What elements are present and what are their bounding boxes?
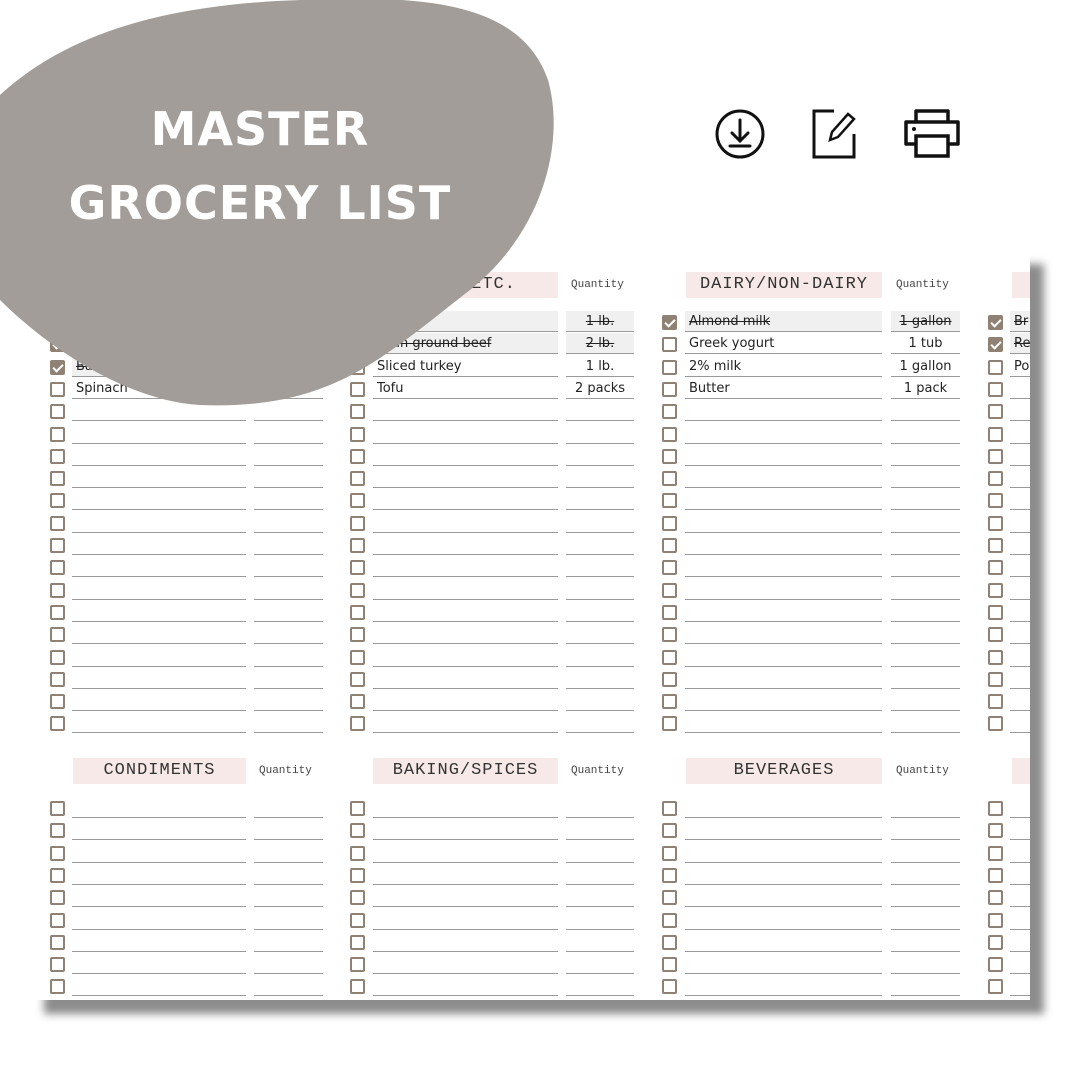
list-item [30,423,1030,445]
list-item [30,646,1030,668]
item-name-field[interactable] [1010,975,1030,997]
item-checkbox[interactable] [988,359,1003,375]
list-item [30,909,1030,931]
item-name-field[interactable] [1010,445,1030,466]
item-checkbox[interactable] [988,694,1003,710]
item-name-field[interactable] [1010,534,1030,555]
item-name-field[interactable] [1010,467,1030,489]
list-item [30,556,1030,578]
item-checkbox[interactable] [988,671,1003,687]
item-checkbox[interactable] [988,801,1003,816]
quantity-label: Quantity [896,279,949,291]
item-checkbox[interactable] [988,471,1003,487]
list-item [30,864,1030,886]
item-checkbox[interactable] [988,934,1003,950]
item-name-field[interactable] [1010,489,1030,511]
item-name-field[interactable] [1010,797,1030,818]
item-checkbox[interactable] [988,890,1003,906]
item-checkbox[interactable] [988,845,1003,861]
item-name-field[interactable] [1010,931,1030,952]
section-header: CONDIMENTS [73,758,246,784]
item-checkbox[interactable] [988,957,1003,973]
quantity-label: Quantity [259,765,312,777]
list-item [30,931,1030,953]
title-line-2: GROCERY LIST [68,176,452,230]
item-checkbox[interactable] [988,867,1003,883]
item-checkbox[interactable] [988,448,1003,464]
list-item [30,953,1030,975]
item-checkbox[interactable] [988,649,1003,665]
item-checkbox[interactable] [988,515,1003,531]
item-name-field[interactable] [1010,601,1030,622]
item-name-field[interactable] [1010,909,1030,930]
item-name-field[interactable]: Re [1010,333,1030,355]
list-item [30,623,1030,645]
item-checkbox[interactable] [988,337,1003,353]
item-name-field[interactable] [1010,886,1030,908]
list-item [30,467,1030,489]
list-item [30,975,1030,997]
list-item [30,797,1030,819]
quantity-label: Quantity [571,765,624,777]
list-item [30,819,1030,841]
item-name-field[interactable] [1010,712,1030,734]
item-name-field[interactable]: Br [1010,311,1030,332]
item-name-field[interactable] [1010,668,1030,689]
download-icon[interactable] [714,108,766,160]
item-checkbox[interactable] [988,979,1003,995]
list-item [30,534,1030,556]
item-checkbox[interactable] [988,493,1003,509]
item-checkbox[interactable] [988,560,1003,576]
item-checkbox[interactable] [988,315,1003,330]
section-header: BEVERAGES [686,758,882,784]
section-header: G [1012,272,1030,298]
item-checkbox[interactable] [988,716,1003,732]
item-name-field[interactable] [1010,819,1030,841]
item-checkbox[interactable] [988,604,1003,620]
item-checkbox[interactable] [988,538,1003,553]
quantity-label: Quantity [571,279,624,291]
list-item [30,579,1030,601]
item-name-field[interactable] [1010,400,1030,422]
item-name-field[interactable] [1010,864,1030,885]
item-name-field[interactable] [1010,512,1030,533]
page-title: MASTER GROCERY LIST [40,92,480,240]
item-checkbox[interactable] [988,912,1003,928]
item-checkbox[interactable] [988,823,1003,839]
list-item [30,712,1030,734]
section-header: DAIRY/NON-DAIRY [686,272,882,298]
section-header: BAKING/SPICES [373,758,558,784]
item-name-field[interactable] [1010,423,1030,444]
item-name-field[interactable]: Po [1010,356,1030,377]
print-icon[interactable] [902,108,962,160]
item-checkbox[interactable] [988,404,1003,420]
item-checkbox[interactable] [988,582,1003,598]
item-name-field[interactable] [1010,579,1030,600]
section-header [1012,758,1030,784]
item-name-field[interactable] [1010,556,1030,578]
list-item [30,690,1030,712]
list-item [30,445,1030,467]
list-item [30,842,1030,864]
edit-icon[interactable] [810,108,860,160]
item-name-field[interactable] [1010,690,1030,712]
item-name-field[interactable] [1010,378,1030,399]
item-name-field[interactable] [1010,646,1030,667]
title-line-1: MASTER [150,102,370,156]
list-item [30,489,1030,511]
item-checkbox[interactable] [988,381,1003,397]
item-checkbox[interactable] [988,627,1003,643]
list-item [30,668,1030,690]
item-name-field[interactable] [1010,842,1030,863]
item-name-field[interactable] [1010,623,1030,645]
quantity-label: Quantity [896,765,949,777]
list-item [30,601,1030,623]
list-item [30,886,1030,908]
item-name-field[interactable] [1010,953,1030,975]
list-item [30,512,1030,534]
item-checkbox[interactable] [988,426,1003,442]
